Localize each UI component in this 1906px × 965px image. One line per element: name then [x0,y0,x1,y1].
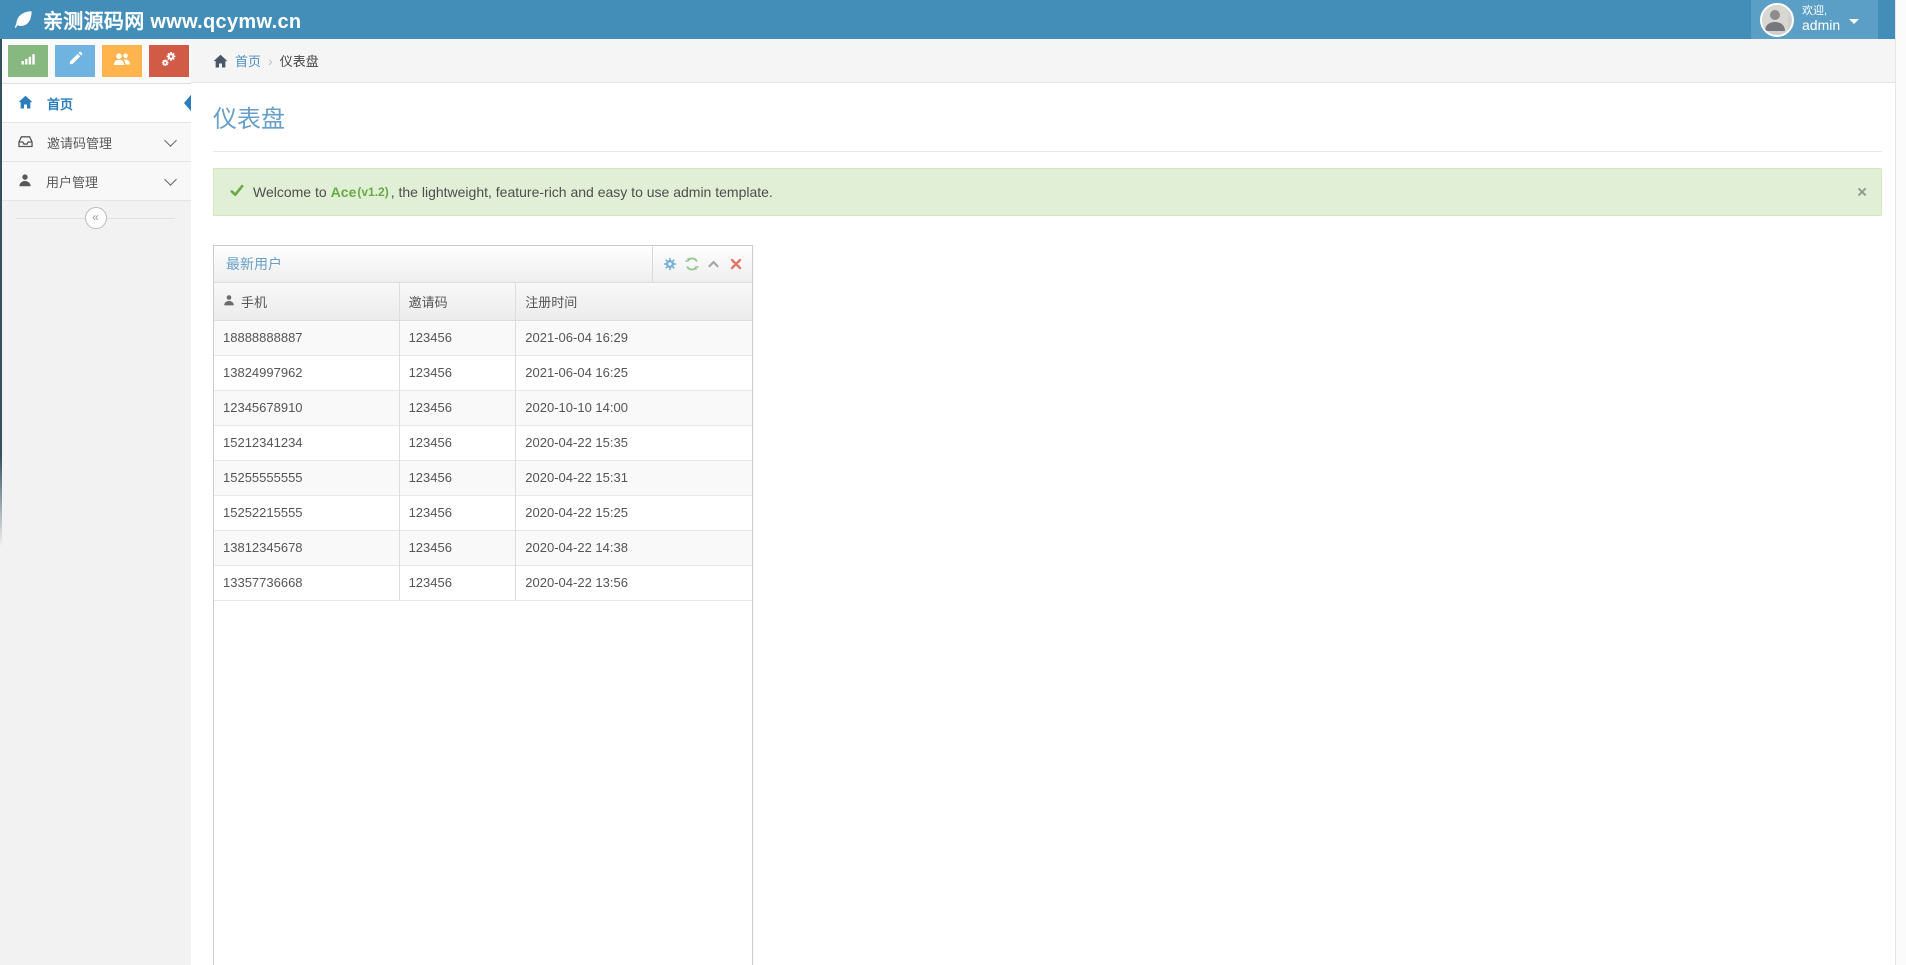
table-row: 188888888871234562021-06-04 16:29 [214,320,752,355]
window-edge [0,39,2,547]
leaf-icon [12,9,34,31]
home-icon [18,95,33,112]
bar-chart-shortcut-button[interactable] [8,45,48,77]
welcome-text: 欢迎, admin [1802,6,1840,32]
table-cell: 2020-04-22 13:56 [516,565,752,600]
widget-refresh-button[interactable] [684,257,699,272]
widget-title: 最新用户 [214,254,652,274]
widget-header: 最新用户 [214,246,752,283]
sidebar-item-label: 首页 [47,94,73,113]
table-cell: 123456 [399,355,516,390]
caret-down-icon [1849,19,1859,24]
gears-icon [161,51,178,72]
column-header-phone: 手机 [214,283,399,320]
sidebar-item-invite-codes[interactable]: 邀请码管理 [0,123,191,162]
table-cell: 12345678910 [214,390,399,425]
table-row: 138249979621234562021-06-04 16:25 [214,355,752,390]
column-header-register-time: 注册时间 [516,283,752,320]
table-cell: 13812345678 [214,530,399,565]
table-cell: 2020-04-22 15:25 [516,495,752,530]
table-cell: 2020-10-10 14:00 [516,390,752,425]
table-cell: 18888888887 [214,320,399,355]
page-title: 仪表盘 [213,99,1882,134]
latest-users-table: 手机 邀请码 注册时间 188888888871234562021-06-04 … [214,283,752,601]
breadcrumb-current: 仪表盘 [280,51,319,70]
table-cell: 2021-06-04 16:29 [516,320,752,355]
sidebar-collapse-row: « [0,201,191,234]
sidebar: 首页 邀请码管理 用户管理 « [0,39,192,965]
table-cell: 2021-06-04 16:25 [516,355,752,390]
widget-collapse-button[interactable] [706,257,721,272]
user-menu-button[interactable]: 欢迎, admin [1751,0,1878,39]
user-icon [223,294,235,309]
home-icon [213,54,228,68]
table-cell: 2020-04-22 15:31 [516,460,752,495]
settings-shortcut-button[interactable] [149,45,189,77]
alert-brand: Ace [331,184,357,200]
table-header-row: 手机 邀请码 注册时间 [214,283,752,320]
user-avatar [1760,3,1794,37]
alert-version: (v1.2) [357,185,388,199]
bar-chart-icon [20,52,36,71]
user-icon [18,173,32,190]
alert-text-prefix: Welcome to [253,184,327,200]
widget-close-button[interactable] [728,257,743,272]
table-cell: 123456 [399,495,516,530]
table-cell: 2020-04-22 15:35 [516,425,752,460]
breadcrumb: 首页 › 仪表盘 [191,39,1896,83]
table-row: 152522155551234562020-04-22 15:25 [214,495,752,530]
table-cell: 123456 [399,460,516,495]
check-icon [230,184,253,200]
sidebar-shortcuts [0,39,191,84]
brand-title: 亲测源码网 www.qcymw.cn [43,5,301,34]
vertical-scrollbar[interactable] [1895,0,1906,965]
table-row: 133577366681234562020-04-22 13:56 [214,565,752,600]
widget-settings-button[interactable] [662,257,677,272]
navbar: 亲测源码网 www.qcymw.cn 欢迎, admin [0,0,1896,39]
users-icon [113,52,131,71]
table-cell: 15212341234 [214,425,399,460]
app-screen: 亲测源码网 www.qcymw.cn 欢迎, admin [0,0,1906,965]
table-cell: 123456 [399,390,516,425]
breadcrumb-home-link[interactable]: 首页 [235,51,261,70]
table-row: 152123412341234562020-04-22 15:35 [214,425,752,460]
table-cell: 15252215555 [214,495,399,530]
table-cell: 123456 [399,320,516,355]
chevron-down-icon [164,134,177,147]
sidebar-item-home[interactable]: 首页 [0,84,191,123]
breadcrumb-separator: › [268,53,273,69]
main-content: 仪表盘 Welcome to Ace (v1.2) , the lightwei… [191,83,1896,965]
welcome-alert: Welcome to Ace (v1.2) , the lightweight,… [213,168,1882,216]
users-shortcut-button[interactable] [102,45,142,77]
column-header-invite-code: 邀请码 [399,283,516,320]
page-header: 仪表盘 [213,83,1882,152]
brand-link[interactable]: 亲测源码网 www.qcymw.cn [12,0,301,39]
table-row: 123456789101234562020-10-10 14:00 [214,390,752,425]
table-cell: 13357736668 [214,565,399,600]
inbox-icon [18,134,33,151]
table-row: 152555555551234562020-04-22 15:31 [214,460,752,495]
sidebar-item-users[interactable]: 用户管理 [0,162,191,201]
sidebar-item-label: 用户管理 [46,172,98,191]
sidebar-collapse-button[interactable]: « [85,207,107,229]
table-row: 138123456781234562020-04-22 14:38 [214,530,752,565]
pencil-icon [68,51,83,71]
latest-users-widget: 最新用户 [213,245,753,965]
table-cell: 15255555555 [214,460,399,495]
chevron-down-icon [164,173,177,186]
table-cell: 2020-04-22 14:38 [516,530,752,565]
sidebar-item-label: 邀请码管理 [47,133,112,152]
alert-close-button[interactable]: × [1857,184,1867,201]
widget-toolbar [652,246,752,282]
table-cell: 123456 [399,565,516,600]
latest-users-tbody: 188888888871234562021-06-04 16:291382499… [214,320,752,600]
table-cell: 123456 [399,425,516,460]
table-cell: 123456 [399,530,516,565]
alert-text-suffix: , the lightweight, feature-rich and easy… [391,184,773,200]
edit-shortcut-button[interactable] [55,45,95,77]
table-cell: 13824997962 [214,355,399,390]
